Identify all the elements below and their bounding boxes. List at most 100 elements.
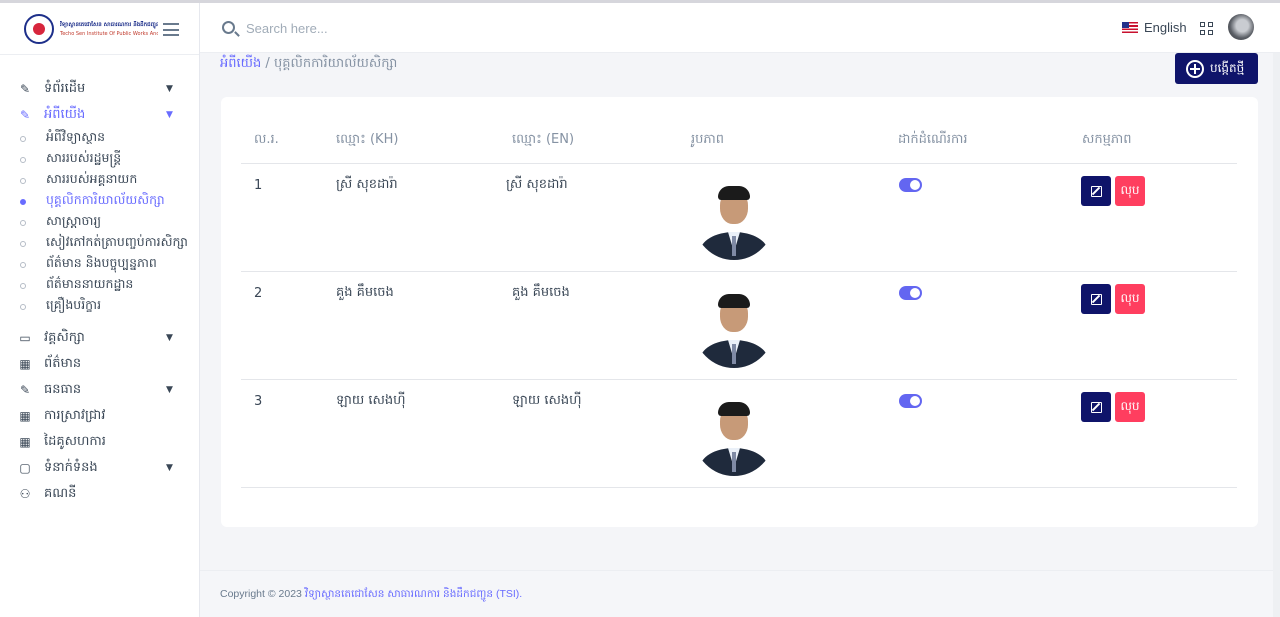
- circle-icon: [20, 303, 26, 310]
- circle-icon: [20, 177, 26, 184]
- layout-icon: ▦: [19, 409, 31, 423]
- row-name-en: គួង គឹមចេង: [512, 285, 570, 300]
- sidebar-item-partners[interactable]: ▦ ដៃគូសហការ: [0, 429, 200, 455]
- status-toggle[interactable]: [899, 178, 922, 192]
- sidebar-subitem-label: ព័ត៌មាននាយកដ្ឋាន: [46, 276, 134, 291]
- edit-button[interactable]: [1081, 284, 1111, 314]
- menu-spacer: [0, 317, 200, 325]
- column-header-action: សកម្មភាព: [1082, 132, 1132, 147]
- sidebar-subitem-label: គ្រឿងបរិក្ខារ: [46, 297, 102, 312]
- row-name-kh: គួង គឹមចេង: [336, 285, 394, 300]
- book-icon: ▭: [19, 331, 31, 345]
- circle-icon: [20, 282, 26, 289]
- sidebar-subitem-minister-message[interactable]: សាររបស់រដ្ឋមន្ត្រី: [0, 149, 200, 170]
- sidebar-subitem-label: សាររបស់អគ្គនាយក: [46, 171, 138, 186]
- sidebar: វិទ្យាស្ថានតេជោសែន សាធារណការ និងដឹកជញ្ជូ…: [0, 3, 200, 617]
- sidebar-subitem-label: សាររបស់រដ្ឋមន្ត្រី: [46, 150, 122, 165]
- edit-button[interactable]: [1081, 176, 1111, 206]
- circle-icon: [20, 198, 26, 205]
- copyright: Copyright © 2023 វិទ្យាស្ថានតេជោសែន សាធា…: [220, 588, 522, 603]
- grid-apps-icon[interactable]: [1200, 22, 1213, 35]
- table-divider: [241, 271, 1237, 272]
- sidebar-item-contact[interactable]: ▢ ទំនាក់ទំនង ▼: [0, 455, 200, 481]
- delete-button[interactable]: លុប: [1115, 176, 1145, 206]
- row-number: 2: [254, 286, 263, 301]
- chevron-down-icon: ▼: [166, 333, 173, 343]
- sidebar-item-courses[interactable]: ▭ វគ្គសិក្សា ▼: [0, 325, 200, 351]
- sidebar-subitem-label: បុគ្គលិកការិយាល័យសិក្សា: [46, 192, 165, 207]
- status-toggle[interactable]: [899, 394, 922, 408]
- sidebar-subitem-institute[interactable]: អំពីវិទ្យាស្ថាន: [0, 128, 200, 149]
- brand-text: វិទ្យាស្ថានតេជោសែន សាធារណការ និងដឹកជញ្ជូ…: [60, 21, 158, 37]
- search-icon: [222, 21, 235, 34]
- edit-icon: [1090, 293, 1102, 305]
- sidebar-item-label: អំពីយើង: [44, 106, 86, 122]
- sidebar-subitem-equipment[interactable]: គ្រឿងបរិក្ខារ: [0, 296, 200, 317]
- sidebar-item-account[interactable]: ⚇ គណនី: [0, 481, 200, 507]
- delete-button[interactable]: លុប: [1115, 392, 1145, 422]
- chevron-down-icon: ▼: [166, 385, 173, 395]
- delete-button[interactable]: លុប: [1115, 284, 1145, 314]
- column-header-no: ល.រ.: [254, 132, 279, 147]
- breadcrumb-current: បុគ្គលិកការិយាល័យសិក្សា: [273, 56, 398, 71]
- sidebar-menu: ✎ ទំព័រដើម ▼ ✎ អំពីយើង ▼ អំពីវិទ្យាស្ថាន…: [0, 76, 200, 507]
- sidebar-item-label: វគ្គសិក្សា: [44, 329, 85, 345]
- sidebar-item-label: គណនី: [44, 485, 77, 501]
- row-number: 3: [254, 394, 263, 409]
- top-bar: English: [200, 3, 1280, 53]
- brand-name-kh: វិទ្យាស្ថានតេជោសែន សាធារណការ និងដឹកជញ្ជូ…: [60, 21, 158, 28]
- create-new-button[interactable]: បង្កើតថ្មី: [1175, 53, 1258, 84]
- staff-photo: [694, 288, 774, 368]
- circle-icon: [20, 135, 26, 142]
- feather-icon: ✎: [19, 108, 31, 122]
- sidebar-subitem-lecturers[interactable]: សាស្ត្រាចារ្យ: [0, 212, 200, 233]
- menu-toggle-icon[interactable]: [163, 23, 179, 36]
- feather-icon: ✎: [19, 82, 31, 96]
- sidebar-subitem-label: អំពីវិទ្យាស្ថាន: [46, 129, 106, 144]
- circle-icon: [20, 261, 26, 268]
- sidebar-item-label: ដៃគូសហការ: [44, 433, 106, 449]
- sidebar-item-label: ទំព័រដើម: [44, 80, 86, 96]
- sidebar-item-home[interactable]: ✎ ទំព័រដើម ▼: [0, 76, 200, 102]
- user-icon: ⚇: [19, 487, 31, 501]
- scrollbar[interactable]: [1273, 53, 1280, 617]
- row-name-en: ស្រី សុខដារ៉ា: [506, 177, 568, 192]
- footer-org-link[interactable]: វិទ្យាស្ថានតេជោសែន សាធារណការ និងដឹកជញ្ជូ…: [305, 588, 522, 600]
- column-header-photo: រូបភាព: [691, 132, 725, 147]
- feather-icon: ✎: [19, 383, 31, 397]
- search-input[interactable]: [246, 17, 546, 39]
- row-name-en: ឡាយ សេងហ៊ី: [512, 393, 582, 408]
- language-selector[interactable]: English: [1144, 20, 1187, 35]
- sidebar-item-resources[interactable]: ✎ ធនធាន ▼: [0, 377, 200, 403]
- circle-icon: [20, 156, 26, 163]
- chevron-down-icon: ▼: [166, 110, 173, 120]
- plus-circle-icon: [1186, 59, 1204, 78]
- column-header-name-en: ឈ្មោះ (EN): [512, 132, 575, 147]
- sidebar-subitem-label: សៀវភៅកត់ត្រាបញ្ចប់ការសិក្សា: [46, 234, 188, 249]
- sidebar-subitem-academic-staff[interactable]: បុគ្គលិកការិយាល័យសិក្សា: [0, 191, 200, 212]
- sidebar-subitem-graduation-book[interactable]: សៀវភៅកត់ត្រាបញ្ចប់ការសិក្សា: [0, 233, 200, 254]
- sidebar-subitem-news-updates[interactable]: ព័ត៌មាន និងបច្ចុប្បន្នភាព: [0, 254, 200, 275]
- sidebar-subitem-label: ព័ត៌មាន និងបច្ចុប្បន្នភាព: [46, 255, 157, 270]
- user-avatar[interactable]: [1228, 14, 1254, 40]
- breadcrumb-about-link[interactable]: អំពីយើង: [220, 56, 261, 71]
- sidebar-item-about[interactable]: ✎ អំពីយើង ▼: [0, 102, 200, 128]
- table-divider: [241, 379, 1237, 380]
- chevron-down-icon: ▼: [166, 463, 173, 473]
- sidebar-item-research[interactable]: ▦ ការស្រាវជ្រាវ: [0, 403, 200, 429]
- sidebar-item-label: ធនធាន: [44, 381, 82, 397]
- layout-icon: ▦: [19, 357, 31, 371]
- sidebar-subitem-director-message[interactable]: សាររបស់អគ្គនាយក: [0, 170, 200, 191]
- edit-button[interactable]: [1081, 392, 1111, 422]
- edit-icon: [1090, 185, 1102, 197]
- sidebar-item-label: ការស្រាវជ្រាវ: [44, 407, 106, 423]
- sidebar-item-news[interactable]: ▦ ព័ត៌មាន: [0, 351, 200, 377]
- sidebar-subitem-department-news[interactable]: ព័ត៌មាននាយកដ្ឋាន: [0, 275, 200, 296]
- status-toggle[interactable]: [899, 286, 922, 300]
- column-header-status: ដាក់ដំណើរការ: [898, 132, 968, 147]
- us-flag-icon[interactable]: [1122, 22, 1138, 33]
- message-icon: ▢: [19, 461, 31, 475]
- copyright-text: Copyright © 2023: [220, 588, 302, 600]
- table-divider: [241, 163, 1237, 164]
- table-divider: [241, 487, 1237, 488]
